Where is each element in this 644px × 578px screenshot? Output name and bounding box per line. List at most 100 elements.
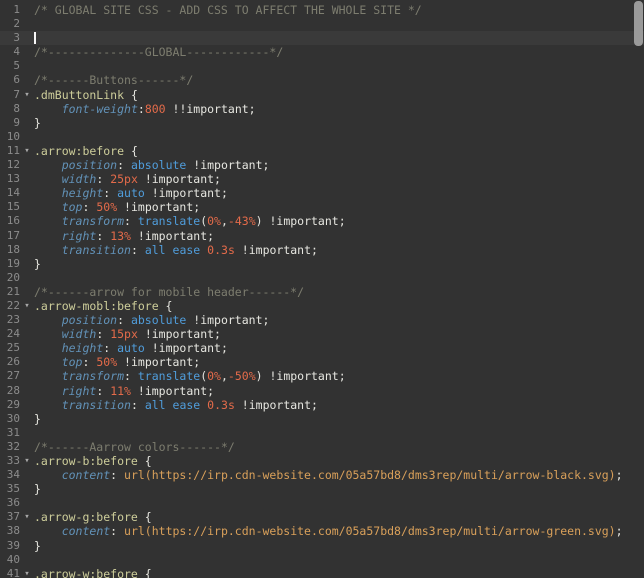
code-line[interactable]: 39} [0,539,644,553]
code-line[interactable]: 17 right: 13% !important; [0,229,644,243]
fold-caret-icon[interactable]: ▾ [20,454,34,468]
code-token: auto [117,186,145,200]
code-token [34,355,62,369]
code-text [34,59,644,73]
code-line[interactable]: 20 [0,271,644,285]
code-line[interactable]: 15 top: 50% !important; [0,200,644,214]
fold-spacer [20,102,34,116]
code-token: absolute [131,313,186,327]
code-line[interactable]: 23 position: absolute !important; [0,313,644,327]
code-line[interactable]: 31 [0,426,644,440]
line-number: 14 [0,186,20,200]
code-token: : [110,524,124,538]
code-token: } [34,412,41,426]
line-number: 37 [0,510,20,524]
css-code-editor[interactable]: 1/* GLOBAL SITE CSS - ADD CSS TO AFFECT … [0,0,644,578]
code-text [34,271,644,285]
code-line[interactable]: 3 [0,31,644,45]
code-line[interactable]: 11▾.arrow:before { [0,144,644,158]
code-line[interactable]: 28 right: 11% !important; [0,384,644,398]
code-line[interactable]: 2 [0,17,644,31]
code-line[interactable]: 37▾.arrow-g:before { [0,510,644,524]
code-token: 25px [110,172,138,186]
code-line[interactable]: 1/* GLOBAL SITE CSS - ADD CSS TO AFFECT … [0,3,644,17]
code-token: 0.3s [207,398,235,412]
code-line[interactable]: 25 height: auto !important; [0,341,644,355]
code-line[interactable]: 19} [0,257,644,271]
code-line[interactable]: 14 height: auto !important; [0,186,644,200]
code-line[interactable]: 12 position: absolute !important; [0,158,644,172]
code-line[interactable]: 32/*------Aarrow colors------*/ [0,440,644,454]
line-number: 15 [0,200,20,214]
fold-caret-icon[interactable]: ▾ [20,88,34,102]
code-line[interactable]: 38 content: url(https://irp.cdn-website.… [0,524,644,538]
fold-spacer [20,327,34,341]
code-line[interactable]: 7▾.dmButtonLink { [0,88,644,102]
code-token [34,398,62,412]
code-token: !important; [235,243,318,257]
code-token: !important; [131,229,214,243]
code-token: ; [616,468,623,482]
code-line[interactable]: 10 [0,130,644,144]
code-token: !important; [117,200,200,214]
code-line[interactable]: 35} [0,482,644,496]
code-text: .dmButtonLink { [34,88,644,102]
code-line[interactable]: 30} [0,412,644,426]
line-number: 31 [0,426,20,440]
code-token [166,398,173,412]
code-token: , [221,214,228,228]
code-line[interactable]: 22▾.arrow-mobl:before { [0,299,644,313]
code-token: } [34,539,41,553]
code-token: : [96,327,110,341]
fold-caret-icon[interactable]: ▾ [20,299,34,313]
code-line[interactable]: 26 top: 50% !important; [0,355,644,369]
scrollbar-thumb[interactable] [634,1,643,46]
code-token [34,200,62,214]
code-line[interactable]: 16 transform: translate(0%,-43%) !import… [0,214,644,228]
fold-spacer [20,524,34,538]
code-token: auto [117,341,145,355]
code-text: position: absolute !important; [34,313,644,327]
code-line[interactable]: 41▾.arrow-w:before { [0,567,644,578]
code-token: height [62,341,104,355]
line-number: 5 [0,59,20,73]
code-line[interactable]: 6/*------Buttons------*/ [0,73,644,87]
line-number: 39 [0,539,20,553]
code-line[interactable]: 33▾.arrow-b:before { [0,454,644,468]
code-line[interactable]: 21/*------arrow for mobile header------*… [0,285,644,299]
code-token: right [62,229,97,243]
code-token: -43% [228,214,256,228]
line-number: 6 [0,73,20,87]
code-token [34,186,62,200]
fold-caret-icon[interactable]: ▾ [20,510,34,524]
code-line[interactable]: 4/*--------------GLOBAL------------*/ [0,45,644,59]
fold-spacer [20,172,34,186]
fold-caret-icon[interactable]: ▾ [20,567,34,578]
code-token: .arrow-mobl:before [34,299,159,313]
code-token [34,229,62,243]
fold-spacer [20,59,34,73]
code-line[interactable]: 5 [0,59,644,73]
fold-caret-icon[interactable]: ▾ [20,144,34,158]
code-token: transition [62,398,131,412]
code-line[interactable]: 27 transform: translate(0%,-50%) !import… [0,369,644,383]
code-line[interactable]: 24 width: 15px !important; [0,327,644,341]
code-token: top [62,200,83,214]
code-line[interactable]: 40 [0,553,644,567]
line-number: 18 [0,243,20,257]
code-line[interactable]: 8 font-weight:800 !!important; [0,102,644,116]
code-line[interactable]: 9} [0,116,644,130]
code-text: height: auto !important; [34,186,644,200]
code-lines: 1/* GLOBAL SITE CSS - ADD CSS TO AFFECT … [0,3,644,578]
code-text: .arrow:before { [34,144,644,158]
code-token [34,369,62,383]
code-line[interactable]: 13 width: 25px !important; [0,172,644,186]
code-line[interactable]: 36 [0,496,644,510]
code-line[interactable]: 18 transition: all ease 0.3s !important; [0,243,644,257]
code-text: position: absolute !important; [34,158,644,172]
code-line[interactable]: 29 transition: all ease 0.3s !important; [0,398,644,412]
vertical-scrollbar[interactable] [632,0,644,578]
code-line[interactable]: 34 content: url(https://irp.cdn-website.… [0,468,644,482]
code-token: /*------arrow for mobile header------*/ [34,285,304,299]
code-token: : [110,468,124,482]
